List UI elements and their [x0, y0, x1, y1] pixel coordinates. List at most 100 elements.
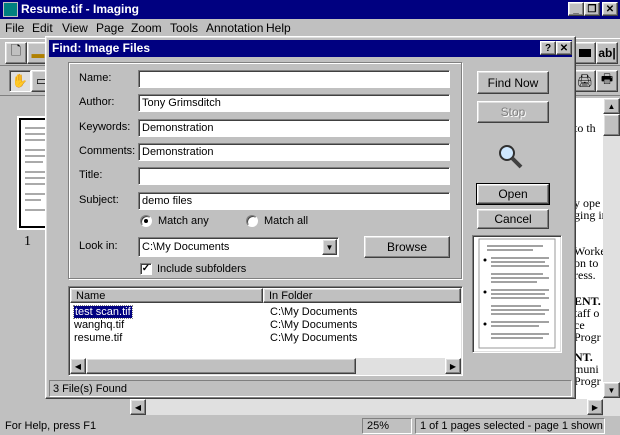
open-label: Open — [498, 187, 528, 201]
find-now-label: Find Now — [487, 75, 539, 90]
status-help: For Help, press F1 — [5, 420, 97, 432]
results-scroll-left[interactable]: ◀ — [70, 358, 86, 374]
find-image-files-dialog: Find: Image Files ? ✕ Name: Author: Tony… — [45, 36, 576, 399]
new-document-button[interactable]: 🗋 — [5, 42, 27, 64]
search-criteria-group: Name: Author: Tony Grimsditch Keywords: … — [68, 62, 462, 279]
vertical-scrollbar[interactable]: ▲ ▼ — [603, 98, 620, 416]
scroll-left-button[interactable]: ◀ — [130, 399, 146, 415]
window-title: Resume.tif - Imaging — [21, 2, 140, 16]
doc-text: ging in — [574, 208, 606, 222]
look-in-dropdown-button[interactable]: ▼ — [322, 239, 337, 255]
find-now-button[interactable]: Find Now — [477, 71, 549, 94]
open-button[interactable]: Open — [476, 183, 550, 205]
results-horizontal-scrollbar[interactable]: ◀ ▶ — [70, 358, 461, 374]
result-row[interactable]: test scan.tif — [73, 305, 133, 319]
subject-input[interactable]: demo files — [138, 192, 450, 210]
match-any-radio[interactable] — [140, 215, 152, 227]
imaging-app-icon[interactable] — [3, 2, 18, 17]
chevron-down-icon: ▼ — [325, 242, 334, 252]
print-button[interactable]: 🖶 — [596, 70, 618, 92]
comments-label: Comments: — [79, 145, 136, 157]
menu-zoom[interactable]: Zoom — [131, 21, 162, 35]
browse-label: Browse — [386, 240, 427, 254]
menu-edit[interactable]: Edit — [32, 21, 53, 35]
keywords-label: Keywords: — [79, 121, 131, 133]
column-header-in-folder[interactable]: In Folder — [263, 288, 461, 303]
column-header-name[interactable]: Name — [70, 288, 263, 303]
cancel-label: Cancel — [494, 212, 532, 226]
restore-icon: ❐ — [587, 3, 597, 15]
result-row[interactable]: resume.tif — [74, 332, 122, 344]
browse-button[interactable]: Browse — [364, 236, 450, 258]
menu-view[interactable]: View — [62, 21, 88, 35]
file-preview — [472, 235, 562, 353]
match-all-label[interactable]: Match all — [264, 215, 308, 227]
dialog-close-button[interactable]: ✕ — [556, 41, 572, 55]
hand-icon: ✋ — [11, 73, 29, 88]
context-help-button[interactable]: ? — [540, 41, 556, 55]
comments-input[interactable]: Demonstration — [138, 143, 450, 161]
restore-button[interactable]: ❐ — [584, 2, 600, 16]
look-in-label: Look in: — [79, 240, 118, 252]
arrow-down-icon: ▼ — [607, 385, 616, 395]
title-label: Title: — [79, 169, 103, 181]
match-any-label[interactable]: Match any — [158, 215, 209, 227]
minimize-icon: _ — [573, 3, 579, 15]
result-row[interactable]: wanghq.tif — [74, 319, 124, 331]
include-subfolders-label[interactable]: Include subfolders — [157, 263, 246, 275]
scroll-right-button[interactable]: ▶ — [587, 399, 603, 415]
window-titlebar: Resume.tif - Imaging _ ❐ ✕ — [0, 0, 620, 19]
scanner-icon: 🖨 — [576, 73, 594, 88]
close-icon: ✕ — [559, 42, 569, 54]
close-icon: ✕ — [605, 3, 615, 15]
include-subfolders-checkbox[interactable]: ✓ — [140, 263, 152, 275]
drag-hand-button[interactable]: ✋ — [9, 70, 31, 92]
text-tool-label: ab| — [598, 46, 616, 60]
magnifier-icon — [495, 141, 525, 171]
close-button[interactable]: ✕ — [602, 2, 618, 16]
doc-text: Progr — [574, 330, 601, 344]
results-scroll-right[interactable]: ▶ — [445, 358, 461, 374]
minimize-button[interactable]: _ — [568, 2, 584, 16]
menu-help[interactable]: Help — [266, 21, 291, 35]
menu-tools[interactable]: Tools — [170, 21, 198, 35]
keywords-input[interactable]: Demonstration — [138, 119, 450, 137]
title-input[interactable] — [138, 167, 450, 185]
scroll-down-button[interactable]: ▼ — [603, 382, 620, 398]
result-folder: C:\My Documents — [270, 306, 358, 318]
match-all-radio[interactable] — [246, 215, 258, 227]
arrow-up-icon: ▲ — [607, 101, 616, 111]
menu-file[interactable]: File — [5, 21, 24, 35]
fill-rect-button[interactable] — [574, 42, 596, 64]
menu-page[interactable]: Page — [96, 21, 124, 35]
checkmark-icon: ✓ — [141, 263, 151, 274]
scan-button[interactable]: 🖨 — [574, 70, 596, 92]
author-input[interactable]: Tony Grimsditch — [138, 94, 450, 112]
look-in-combobox[interactable]: C:\My Documents ▼ — [138, 237, 339, 257]
result-folder: C:\My Documents — [270, 332, 358, 344]
status-pages: 1 of 1 pages selected - page 1 shown — [415, 418, 605, 434]
doc-text: to th — [574, 121, 596, 135]
dialog-status: 3 File(s) Found — [49, 380, 572, 397]
result-folder: C:\My Documents — [270, 319, 358, 331]
arrow-right-icon: ▶ — [449, 361, 457, 371]
printer-icon: 🖶 — [600, 71, 614, 86]
scroll-up-button[interactable]: ▲ — [603, 98, 620, 114]
look-in-value: C:\My Documents — [142, 241, 230, 253]
stop-label: Stop — [500, 105, 526, 119]
results-scroll-thumb[interactable] — [86, 358, 356, 374]
text-annotation-button[interactable]: ab| — [596, 42, 618, 64]
author-label: Author: — [79, 96, 115, 108]
stop-button[interactable]: Stop — [477, 101, 549, 123]
doc-text: Progr — [574, 374, 601, 388]
dialog-titlebar: Find: Image Files ? ✕ — [49, 40, 572, 57]
name-input[interactable] — [138, 70, 450, 88]
results-list[interactable]: Name In Folder test scan.tif C:\My Docum… — [68, 286, 463, 376]
menu-annotation[interactable]: Annotation — [206, 21, 263, 35]
question-mark-icon: ? — [544, 42, 552, 54]
vertical-scroll-thumb[interactable] — [603, 114, 620, 136]
cancel-button[interactable]: Cancel — [477, 209, 549, 229]
name-label: Name: — [79, 72, 112, 84]
horizontal-scrollbar[interactable]: ◀ ▶ — [130, 399, 603, 415]
doc-text: ress. — [574, 268, 596, 282]
